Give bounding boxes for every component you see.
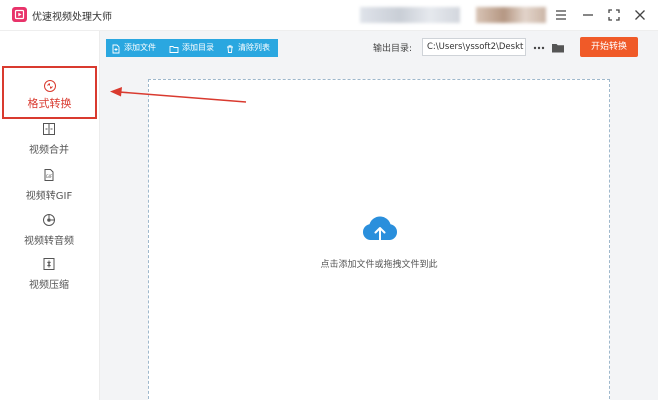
open-folder-icon[interactable] [551, 40, 565, 54]
sidebar-item-format-convert[interactable]: 格式转换 [2, 66, 97, 119]
sidebar-item-video-to-audio[interactable]: 视频转音频 [0, 212, 98, 260]
sidebar-item-label: 视频压缩 [29, 280, 69, 291]
clear-list-label: 清除列表 [238, 43, 270, 52]
start-convert-button[interactable]: 开始转换 [580, 37, 638, 57]
sidebar-item-label: 格式转换 [27, 97, 72, 110]
toolbar: 添加文件 添加目录 清除列表 输出目录: C:\Users\yssoft2\De… [100, 31, 658, 65]
add-directory-button[interactable]: 添加目录 [164, 39, 220, 57]
cloud-upload-icon [360, 214, 400, 246]
sidebar-item-video-to-gif[interactable]: GIF 视频转GIF [0, 167, 98, 215]
gif-icon: GIF [42, 167, 56, 181]
sidebar: 格式转换 视频合并 GIF 视频转GIF 视频转音频 视频压缩 [0, 31, 100, 400]
add-file-label: 添加文件 [124, 43, 156, 52]
drop-hint-text: 点击添加文件或拖拽文件到此 [320, 260, 438, 270]
file-drop-zone[interactable]: 点击添加文件或拖拽文件到此 [148, 79, 610, 400]
app-title: 优速视频处理大师 [32, 12, 112, 23]
app-logo-icon [12, 7, 27, 22]
sidebar-item-label: 视频合并 [29, 145, 69, 156]
add-file-button[interactable]: 添加文件 [106, 39, 164, 57]
output-path-field[interactable]: C:\Users\yssoft2\Deskt [422, 38, 526, 56]
menu-icon[interactable] [551, 5, 571, 25]
folder-icon [169, 43, 179, 53]
main-area: 点击添加文件或拖拽文件到此 [100, 65, 658, 400]
audio-icon [42, 212, 56, 226]
sidebar-item-label: 视频转音频 [24, 236, 74, 247]
add-directory-label: 添加目录 [182, 43, 214, 52]
title-bar: 优速视频处理大师 [0, 0, 658, 31]
sidebar-item-video-compress[interactable]: 视频压缩 [0, 256, 98, 304]
minimize-icon[interactable] [578, 5, 598, 25]
compress-icon [42, 256, 56, 270]
maximize-icon[interactable] [604, 5, 624, 25]
trash-icon [225, 43, 235, 53]
blurred-area [360, 7, 460, 23]
blurred-area [476, 7, 546, 23]
close-icon[interactable] [630, 5, 650, 25]
svg-text:GIF: GIF [46, 174, 53, 179]
more-options-icon[interactable] [532, 40, 546, 54]
clear-list-button[interactable]: 清除列表 [220, 39, 278, 57]
merge-icon [42, 121, 56, 135]
output-dir-label: 输出目录: [373, 44, 413, 54]
sidebar-item-label: 视频转GIF [25, 191, 73, 202]
format-convert-icon [43, 78, 57, 92]
sidebar-item-video-merge[interactable]: 视频合并 [0, 121, 98, 169]
add-file-icon [111, 43, 121, 54]
